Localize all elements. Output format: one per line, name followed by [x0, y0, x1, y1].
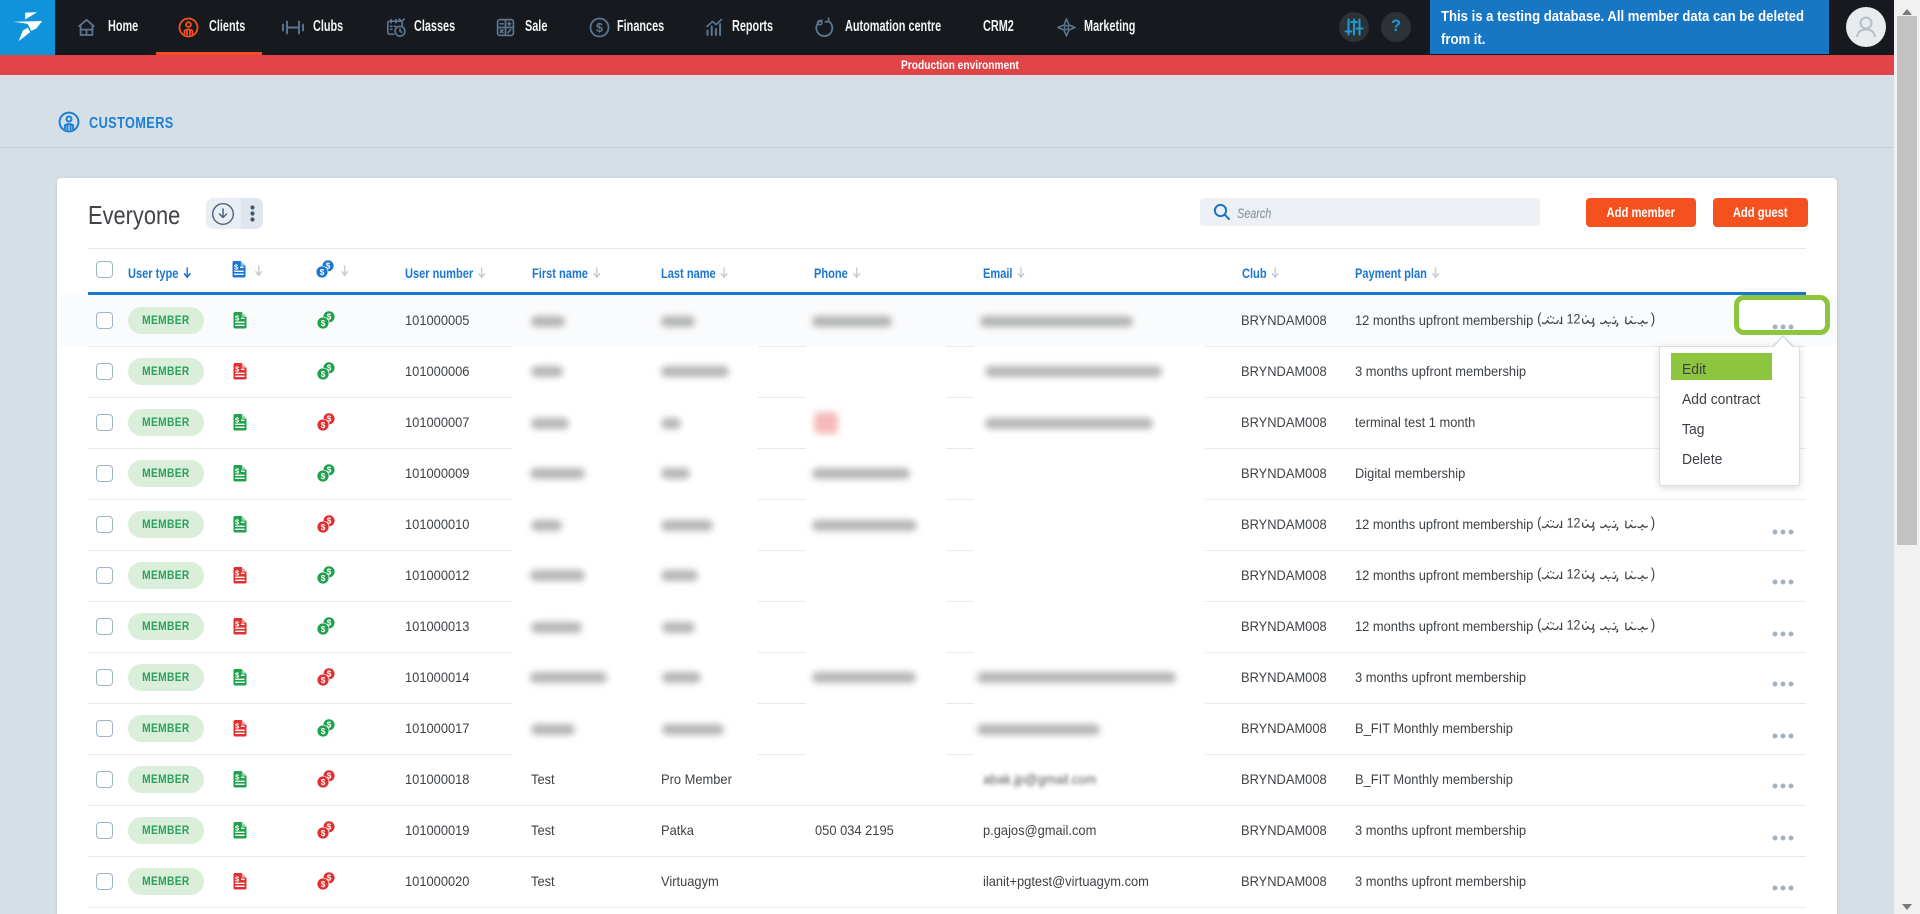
svg-text:$: $ [320, 268, 325, 277]
svg-text:$: $ [321, 472, 326, 481]
svg-text:12: 12 [1566, 516, 1580, 531]
svg-text:$: $ [321, 574, 326, 583]
svg-text:): ) [1650, 516, 1654, 531]
svg-text:$: $ [321, 370, 326, 379]
svg-text:(: ( [1537, 618, 1542, 633]
svg-text:): ) [1650, 312, 1654, 327]
svg-text:$: $ [321, 625, 326, 634]
svg-text:$: $ [321, 778, 326, 787]
svg-text:12: 12 [1566, 312, 1580, 327]
svg-text:12: 12 [1566, 567, 1580, 582]
svg-text:(: ( [1537, 312, 1542, 327]
svg-text:$: $ [321, 727, 326, 736]
svg-text:$: $ [321, 421, 326, 430]
svg-text:$: $ [321, 676, 326, 685]
svg-text:$: $ [321, 319, 326, 328]
svg-text:): ) [1650, 618, 1654, 633]
svg-text:$: $ [596, 21, 603, 35]
svg-text:(: ( [1537, 516, 1542, 531]
svg-text:(: ( [1537, 567, 1542, 582]
svg-text:$: $ [321, 523, 326, 532]
svg-text:$: $ [321, 880, 326, 889]
svg-text:12: 12 [1566, 618, 1580, 633]
svg-text:): ) [1650, 567, 1654, 582]
svg-text:$: $ [321, 829, 326, 838]
